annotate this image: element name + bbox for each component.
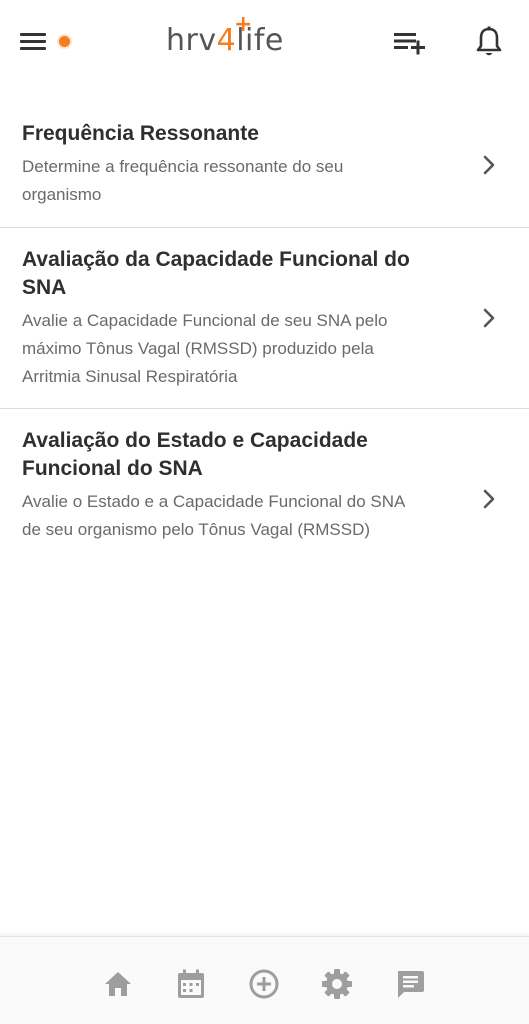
item-description: Avalie o Estado e a Capacidade Funcional…: [22, 492, 405, 539]
add-circle-icon: [249, 969, 279, 999]
gear-icon: [322, 969, 352, 999]
playlist-add-icon: [394, 33, 425, 55]
item-title: Avaliação do Estado e Capacidade Funcion…: [22, 429, 368, 480]
nav-add-button[interactable]: [247, 967, 281, 1001]
chevron-right-icon: [483, 308, 495, 328]
list-item[interactable]: Frequência Ressonante Determine a frequê…: [0, 96, 529, 228]
item-description: Avalie a Capacidade Funcional de seu SNA…: [22, 311, 388, 386]
menu-icon-bar: [20, 47, 46, 50]
notifications-button[interactable]: [472, 24, 506, 60]
chevron-right-icon: [483, 155, 495, 175]
bottom-navigation: [0, 936, 529, 1024]
assessment-list: Frequência Ressonante Determine a frequê…: [0, 96, 529, 590]
item-title: Frequência Ressonante: [22, 122, 259, 145]
nav-home-button[interactable]: [101, 967, 135, 1001]
item-description: Determine a frequência ressonante do seu…: [22, 157, 344, 204]
menu-icon-bar: [20, 40, 46, 43]
nav-messages-button[interactable]: [393, 967, 427, 1001]
calendar-icon: [178, 969, 204, 998]
playlist-add-button[interactable]: [392, 26, 428, 58]
menu-button[interactable]: [18, 29, 50, 55]
chevron-right-icon: [483, 489, 495, 509]
list-item[interactable]: Avaliação do Estado e Capacidade Funcion…: [0, 409, 529, 590]
bell-icon: [476, 26, 502, 56]
nav-calendar-button[interactable]: [174, 967, 208, 1001]
list-item[interactable]: Avaliação da Capacidade Funcional do SNA…: [0, 228, 529, 409]
app-screen: hrv4life + Frequência Ressonante Determi…: [0, 0, 529, 1024]
status-dot: [59, 36, 70, 47]
home-icon: [105, 972, 131, 996]
message-icon: [398, 971, 424, 998]
nav-settings-button[interactable]: [320, 967, 354, 1001]
item-title: Avaliação da Capacidade Funcional do SNA: [22, 248, 410, 299]
logo-text-part1: hrv: [166, 23, 217, 58]
menu-icon-bar: [20, 33, 46, 36]
logo-text: hrv4life: [166, 26, 284, 56]
top-bar: hrv4life +: [0, 0, 529, 88]
app-logo: hrv4life +: [166, 12, 286, 64]
logo-plus: +: [234, 12, 253, 37]
